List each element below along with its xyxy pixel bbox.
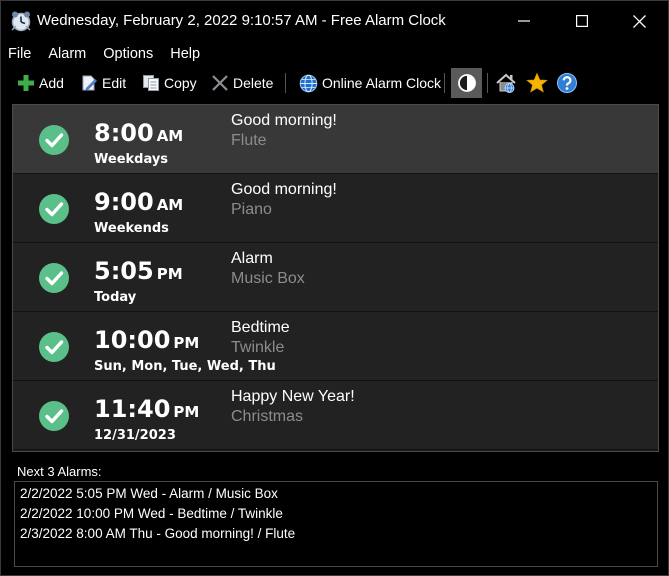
- window-title: Wednesday, February 2, 2022 9:10:57 AM -…: [37, 12, 446, 29]
- alarm-row[interactable]: 11:40 PM 12/31/2023 Happy New Year! Chris…: [13, 381, 658, 450]
- close-button[interactable]: [610, 1, 668, 41]
- check-icon[interactable]: [38, 262, 70, 294]
- delete-icon: [212, 75, 228, 91]
- alarm-ampm: AM: [156, 127, 184, 145]
- alarm-time-value: 8:00: [94, 119, 154, 147]
- alarm-sound: Christmas: [231, 408, 304, 425]
- alarm-row[interactable]: 10:00 PM Sun, Mon, Tue, Wed, Thu Bedtime …: [13, 312, 658, 381]
- maximize-icon: [576, 15, 588, 27]
- alarm-days: Weekdays: [94, 152, 169, 167]
- copy-icon: [143, 75, 159, 91]
- alarm-message: Bedtime: [231, 319, 290, 336]
- alarm-sound: Flute: [231, 132, 267, 149]
- alarm-ampm: AM: [156, 196, 184, 214]
- menu-file[interactable]: File: [1, 43, 38, 65]
- alarm-time-value: 5:05: [94, 257, 154, 285]
- menu-bar: File Alarm Options Help: [1, 43, 210, 65]
- alarm-days: Today: [94, 290, 137, 305]
- alarm-row[interactable]: 5:05 PM Today Alarm Music Box: [13, 243, 658, 312]
- alarm-message: Alarm: [231, 250, 273, 267]
- globe-icon: [299, 74, 318, 92]
- toolbar: Add Edit Copy Delete Online Alarm Clock: [1, 68, 668, 98]
- plus-icon: [18, 75, 34, 91]
- add-label: Add: [39, 75, 64, 91]
- alarm-time-value: 11:40: [94, 395, 171, 423]
- online-alarm-clock-label: Online Alarm Clock: [322, 75, 442, 91]
- minimize-button[interactable]: [495, 1, 553, 41]
- edit-button[interactable]: Edit: [80, 69, 126, 97]
- theme-toggle-button[interactable]: [451, 68, 482, 98]
- menu-options[interactable]: Options: [96, 43, 160, 65]
- alarm-ampm: PM: [173, 334, 200, 352]
- alarm-time: 11:40 PM: [94, 395, 199, 423]
- alarm-time: 9:00 AM: [94, 188, 183, 216]
- edit-label: Edit: [102, 75, 127, 91]
- theme-icon: [457, 74, 476, 92]
- check-icon[interactable]: [38, 124, 70, 156]
- next-alarm-line: 2/2/2022 5:05 PM Wed - Alarm / Music Box: [20, 486, 278, 501]
- online-alarm-clock-button[interactable]: Online Alarm Clock: [299, 69, 441, 97]
- alarm-time: 10:00 PM: [94, 326, 199, 354]
- alarm-sound: Twinkle: [231, 339, 285, 356]
- alarm-row[interactable]: 8:00 AM Weekdays Good morning! Flute: [13, 105, 658, 174]
- toolbar-separator: [487, 73, 488, 93]
- alarm-days: Sun, Mon, Tue, Wed, Thu: [94, 359, 276, 374]
- alarm-days: Weekends: [94, 221, 169, 236]
- toolbar-separator: [444, 73, 445, 93]
- menu-alarm[interactable]: Alarm: [41, 43, 93, 65]
- delete-button[interactable]: Delete: [211, 69, 273, 97]
- alarm-ampm: PM: [156, 265, 183, 283]
- minimize-icon: [518, 20, 530, 22]
- alarm-row[interactable]: 9:00 AM Weekends Good morning! Piano: [13, 174, 658, 243]
- help-button[interactable]: [556, 69, 582, 97]
- star-icon: [526, 72, 548, 93]
- alarm-clock-icon: [11, 11, 31, 32]
- home-button[interactable]: [495, 69, 521, 97]
- edit-icon: [82, 75, 97, 91]
- alarm-message: Good morning!: [231, 112, 337, 129]
- add-button[interactable]: Add: [17, 69, 64, 97]
- alarm-time: 8:00 AM: [94, 119, 183, 147]
- alarm-days: 12/31/2023: [94, 428, 176, 443]
- copy-button[interactable]: Copy: [142, 69, 197, 97]
- copy-label: Copy: [164, 75, 197, 91]
- maximize-button[interactable]: [553, 1, 611, 41]
- close-icon: [632, 14, 646, 28]
- alarm-sound: Music Box: [231, 270, 305, 287]
- alarm-message: Good morning!: [231, 181, 337, 198]
- favorite-button[interactable]: [526, 69, 552, 97]
- next-alarms-label: Next 3 Alarms:: [17, 464, 102, 479]
- next-alarm-line: 2/2/2022 10:00 PM Wed - Bedtime / Twinkl…: [20, 506, 283, 521]
- help-icon: [557, 73, 577, 93]
- alarm-time-value: 9:00: [94, 188, 154, 216]
- alarm-ampm: PM: [173, 403, 200, 421]
- app-window: Wednesday, February 2, 2022 9:10:57 AM -…: [0, 0, 669, 576]
- next-alarms-box[interactable]: 2/2/2022 5:05 PM Wed - Alarm / Music Box…: [14, 481, 658, 567]
- menu-help[interactable]: Help: [163, 43, 207, 65]
- home-icon: [496, 73, 516, 93]
- delete-label: Delete: [233, 75, 274, 91]
- alarm-message: Happy New Year!: [231, 388, 355, 405]
- check-icon[interactable]: [38, 331, 70, 363]
- toolbar-separator: [285, 73, 286, 93]
- alarm-time: 5:05 PM: [94, 257, 183, 285]
- next-alarm-line: 2/3/2022 8:00 AM Thu - Good morning! / F…: [20, 526, 296, 541]
- check-icon[interactable]: [38, 400, 70, 432]
- alarm-list[interactable]: 8:00 AM Weekdays Good morning! Flute 9:00…: [12, 104, 659, 452]
- alarm-time-value: 10:00: [94, 326, 171, 354]
- title-bar[interactable]: Wednesday, February 2, 2022 9:10:57 AM -…: [1, 1, 668, 41]
- alarm-sound: Piano: [231, 201, 272, 218]
- check-icon[interactable]: [38, 193, 70, 225]
